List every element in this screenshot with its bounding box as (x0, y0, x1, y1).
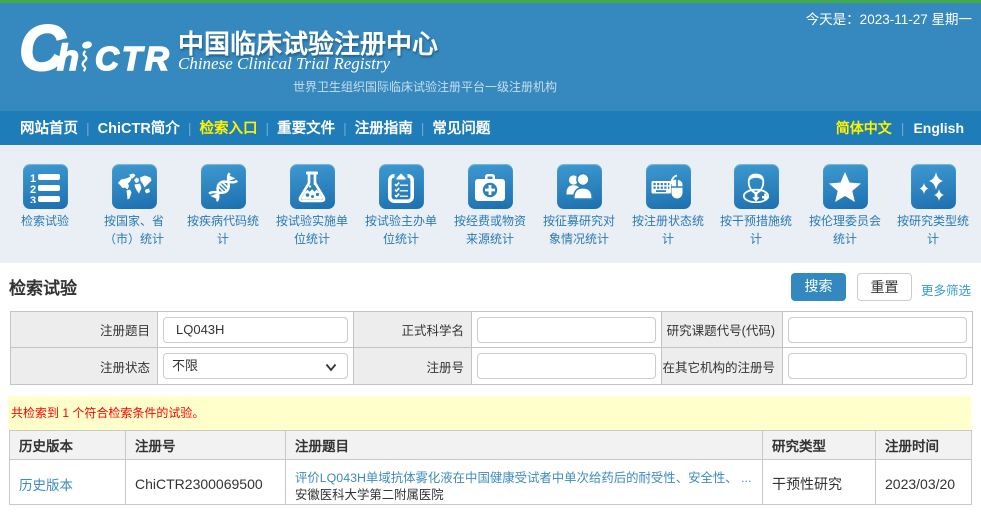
svg-text:CTR: CTR (95, 40, 171, 74)
svg-text:h: h (57, 37, 79, 74)
svg-text:3: 3 (30, 195, 36, 203)
